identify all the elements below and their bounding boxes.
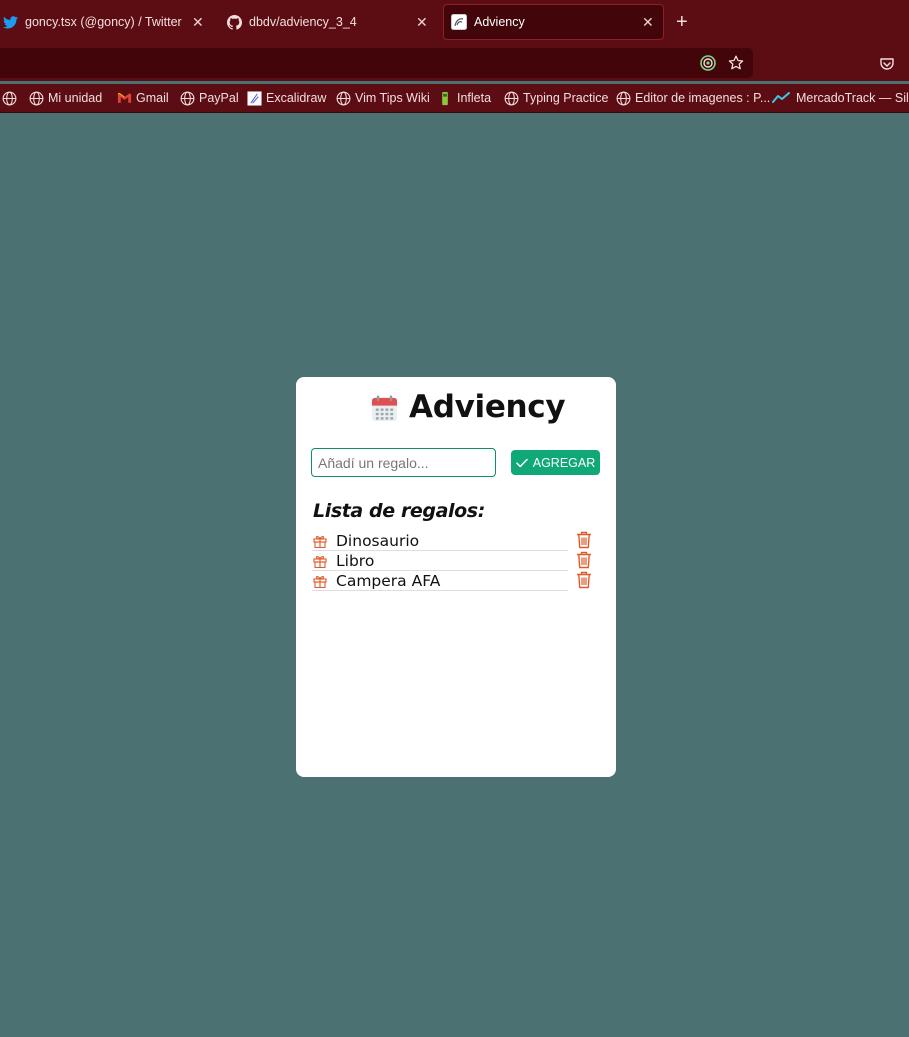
- globe-icon: [335, 90, 351, 106]
- bookmark-item[interactable]: Vim Tips Wiki: [335, 90, 430, 106]
- extension-icon[interactable]: [700, 55, 716, 71]
- globe-icon: [1, 90, 17, 106]
- bookmark-label: Excalidraw: [266, 91, 327, 105]
- trash-icon: [577, 571, 591, 589]
- twitter-icon: [2, 14, 18, 30]
- bookmark-item[interactable]: Mi unidad: [28, 90, 102, 106]
- gift-list-item: Campera AFA: [312, 571, 568, 591]
- url-bar[interactable]: [0, 48, 753, 78]
- bookmark-item[interactable]: Typing Practice: [503, 90, 608, 106]
- bookmark-star-icon[interactable]: [728, 55, 744, 71]
- bookmark-label: Editor de imagenes : P...: [635, 91, 771, 105]
- excalidraw-icon: [246, 90, 262, 106]
- gift-list-heading: Lista de regalos:: [313, 500, 485, 522]
- nav-bar: [0, 44, 909, 81]
- tab-label: dbdv/adviency_3_4: [249, 15, 357, 29]
- bookmark-label: Typing Practice: [523, 91, 609, 105]
- tab-github[interactable]: dbdv/adviency_3_4 ✕: [226, 4, 436, 40]
- bookmark-item[interactable]: PayPal: [179, 90, 239, 106]
- app-title: Adviency: [409, 389, 566, 425]
- gift-name: Libro: [336, 552, 375, 570]
- close-tab-icon[interactable]: ✕: [416, 14, 428, 31]
- gift-list-item: Dinosaurio: [312, 531, 568, 551]
- globe-icon: [615, 90, 631, 106]
- gift-name: Campera AFA: [336, 572, 441, 590]
- pocket-icon[interactable]: [879, 56, 895, 72]
- tab-adviency[interactable]: Adviency ✕: [443, 4, 664, 40]
- delete-gift-button[interactable]: [576, 531, 592, 549]
- gmail-icon: [116, 90, 132, 106]
- bookmark-label: Gmail: [136, 91, 169, 105]
- close-tab-icon[interactable]: ✕: [642, 14, 654, 31]
- bookmark-item[interactable]: Infleta: [437, 90, 491, 106]
- bookmark-label: Infleta: [457, 91, 492, 105]
- globe-icon: [503, 90, 519, 106]
- add-gift-label: AGREGAR: [532, 455, 596, 470]
- page-icon: [451, 14, 467, 30]
- bookmark-item[interactable]: Gmail: [116, 90, 169, 106]
- mercadotrack-icon: [772, 90, 790, 106]
- bookmark-item[interactable]: MercadoTrack — Silla: [772, 90, 909, 106]
- close-tab-icon[interactable]: ✕: [192, 14, 204, 31]
- trash-icon: [577, 531, 591, 549]
- infleta-icon: [437, 90, 453, 106]
- delete-gift-button[interactable]: [576, 571, 592, 589]
- tab-twitter[interactable]: goncy.tsx (@goncy) / Twitter ✕: [2, 4, 216, 40]
- new-tab-button[interactable]: +: [676, 10, 688, 34]
- bookmark-label: Vim Tips Wiki: [355, 91, 430, 105]
- globe-icon: [28, 90, 44, 106]
- bookmark-item[interactable]: Excalidraw: [246, 90, 326, 106]
- gift-icon: [313, 554, 327, 569]
- gift-name: Dinosaurio: [336, 532, 420, 550]
- tab-label: Adviency: [474, 15, 525, 29]
- gift-list-item: Libro: [312, 551, 568, 571]
- tab-bar: goncy.tsx (@goncy) / Twitter ✕ dbdv/advi…: [0, 0, 909, 44]
- bookmark-label: Mi unidad: [48, 91, 103, 105]
- bookmarks-bar: Mi unidad Gmail PayPal Excalidraw Vim Ti…: [0, 84, 909, 113]
- bookmark-label: PayPal: [199, 91, 239, 105]
- bookmark-label: MercadoTrack — Silla: [796, 91, 909, 105]
- trash-icon: [577, 551, 591, 569]
- bookmark-item[interactable]: [1, 90, 21, 106]
- github-icon: [226, 14, 242, 30]
- bookmark-item[interactable]: Editor de imagenes : P...: [615, 90, 770, 106]
- gift-icon: [313, 534, 327, 549]
- calendar-icon: [371, 395, 398, 422]
- tab-label: goncy.tsx (@goncy) / Twitter: [25, 15, 182, 29]
- check-icon: [515, 458, 528, 468]
- delete-gift-button[interactable]: [576, 551, 592, 569]
- add-gift-button[interactable]: AGREGAR: [511, 450, 600, 475]
- globe-icon: [179, 90, 195, 106]
- gift-input[interactable]: [311, 448, 496, 477]
- gift-icon: [313, 574, 327, 589]
